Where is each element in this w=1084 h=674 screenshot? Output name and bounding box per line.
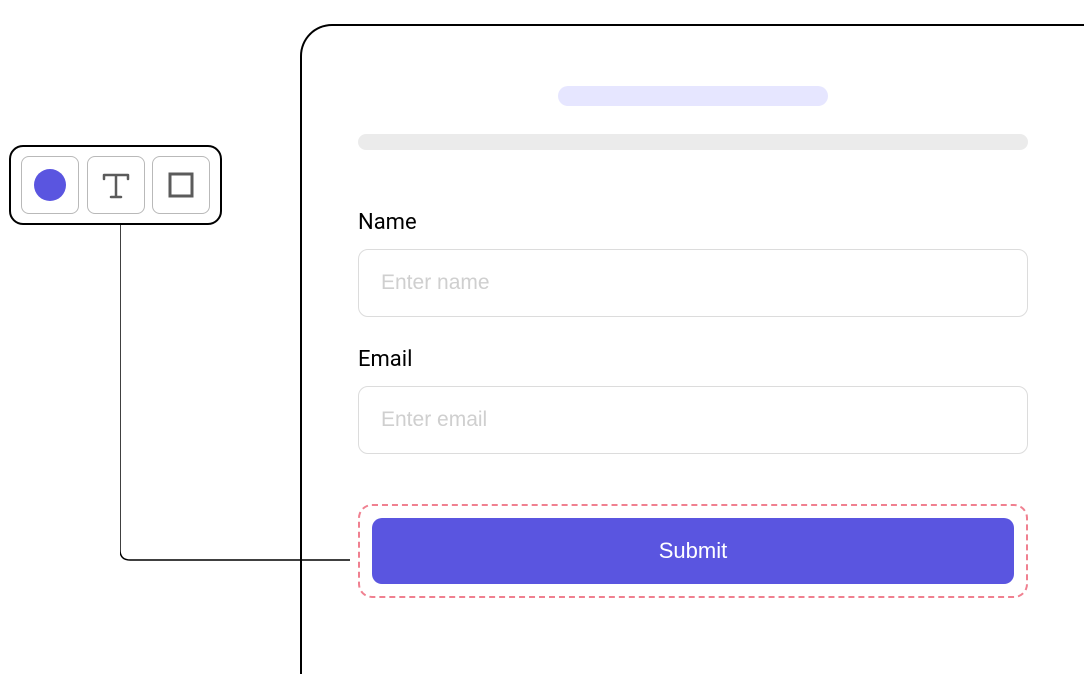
form-canvas: Name Email Submit bbox=[300, 24, 1084, 674]
text-icon bbox=[98, 167, 134, 203]
color-tool[interactable] bbox=[21, 156, 79, 214]
email-label: Email bbox=[358, 347, 1028, 372]
text-tool[interactable] bbox=[87, 156, 145, 214]
submit-selection-outline: Submit bbox=[358, 504, 1028, 598]
subtitle-placeholder bbox=[358, 134, 1028, 150]
rectangle-icon bbox=[163, 167, 199, 203]
color-swatch-icon bbox=[34, 169, 66, 201]
style-toolbar bbox=[9, 145, 222, 225]
rectangle-tool[interactable] bbox=[152, 156, 210, 214]
name-label: Name bbox=[358, 210, 1028, 235]
title-placeholder bbox=[558, 86, 828, 106]
email-input[interactable] bbox=[358, 386, 1028, 454]
name-input[interactable] bbox=[358, 249, 1028, 317]
submit-button[interactable]: Submit bbox=[372, 518, 1014, 584]
